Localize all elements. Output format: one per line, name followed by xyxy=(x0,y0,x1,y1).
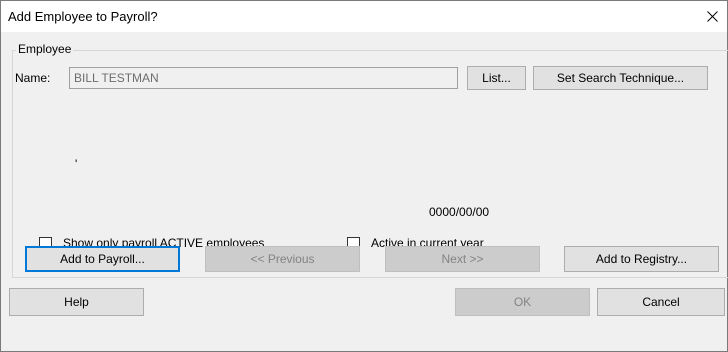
ok-button[interactable]: OK xyxy=(455,288,590,316)
add-to-payroll-button[interactable]: Add to Payroll... xyxy=(25,246,180,272)
add-employee-dialog: Add Employee to Payroll? Employee Name: … xyxy=(0,0,728,352)
add-to-registry-button[interactable]: Add to Registry... xyxy=(564,246,719,272)
employee-date: 0000/00/00 xyxy=(429,205,490,219)
employee-name-field[interactable]: BILL TESTMAN xyxy=(69,67,458,89)
previous-button[interactable]: << Previous xyxy=(205,246,360,272)
cancel-button[interactable]: Cancel xyxy=(597,288,725,316)
help-button[interactable]: Help xyxy=(9,288,144,316)
close-button[interactable] xyxy=(697,1,727,32)
employee-info-tick: ' xyxy=(75,157,78,171)
name-label: Name: xyxy=(15,71,51,85)
dialog-title: Add Employee to Payroll? xyxy=(8,9,158,24)
set-search-technique-button[interactable]: Set Search Technique... xyxy=(533,66,708,90)
close-icon xyxy=(706,11,718,22)
employee-group-label: Employee xyxy=(16,42,74,56)
next-button[interactable]: Next >> xyxy=(385,246,540,272)
title-bar: Add Employee to Payroll? xyxy=(1,1,727,32)
list-button[interactable]: List... xyxy=(467,66,526,90)
